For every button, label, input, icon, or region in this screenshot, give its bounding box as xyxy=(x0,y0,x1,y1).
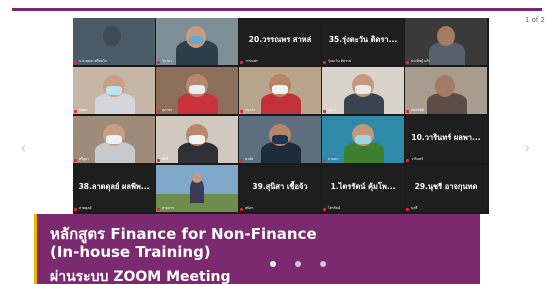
participant-display-name: 20.วรรณพร สาหล่ xyxy=(248,35,312,44)
participant-tile: 39.สุนิสา เชื้อจ้ว สุนิสา xyxy=(239,165,321,212)
participant-name: ไตรรัตน์ xyxy=(328,206,341,210)
participant-tile: มาลัย xyxy=(239,116,321,163)
slide-counter: 1 of 2 xyxy=(524,16,545,24)
participant-display-name: 1.ไตรรัตน์ คุ้มโพ... xyxy=(330,182,396,191)
participant-tile: 35.รุ่งตะวัน ติดรา... รุ่งตะวัน ติดราม xyxy=(322,18,404,65)
participant-name: สายธาร xyxy=(162,206,174,210)
participant-name: วิภาดา xyxy=(162,59,173,63)
participant-tile: วิภาดา xyxy=(156,18,238,65)
participant-name: นุชรี xyxy=(411,206,418,210)
participant-tile: สายธาร xyxy=(156,165,238,212)
participant-tile: นิตยา xyxy=(73,67,155,114)
participant-name: กานดา xyxy=(328,157,339,161)
participant-tile: 38.ลาดดุลย์ ผลพีพ... ลาดดุลย์ xyxy=(73,165,155,212)
participant-tile: กานดา xyxy=(322,116,404,163)
slide-top-bar xyxy=(12,8,542,11)
participant-name: วรรณพร xyxy=(245,59,258,63)
participant-tile: 29.นุชรี อาจกุนทด นุชรี xyxy=(405,165,487,212)
participant-name: ประดิษฐ์ แก้ว xyxy=(411,59,431,63)
participant-name: พัชรี xyxy=(162,157,169,161)
participant-tile: ประดิษฐ์ แก้ว xyxy=(405,18,487,65)
participant-name: น.ท.สุดสง ศรีสมใจ xyxy=(79,59,107,63)
participant-name: กมลทิพย์ xyxy=(411,108,424,112)
participant-display-name: 39.สุนิสา เชื้อจ้ว xyxy=(252,182,308,191)
participant-name: รุ่งตะวัน ติดราม xyxy=(328,59,352,63)
participant-tile: ธนากร xyxy=(239,67,321,114)
participant-tile: บุษบา xyxy=(322,67,404,114)
participant-tile: น.ท.สุดสง ศรีสมใจ xyxy=(73,18,155,65)
slideshow-frame: 1 of 2 น.ท.สุดสง ศรีสมใจ วิภาดา 20.วรรณพ… xyxy=(0,0,551,284)
participant-tile: สุภาพร xyxy=(156,67,238,114)
pagination-dot-1[interactable] xyxy=(270,261,276,267)
participant-tile: พัชรี xyxy=(156,116,238,163)
participant-name: ธนากร xyxy=(245,108,256,112)
participant-name: ลาดดุลย์ xyxy=(79,206,92,210)
pagination-dot-3[interactable] xyxy=(320,261,326,267)
participant-name: สุภาพร xyxy=(162,108,173,112)
participant-tile: ศรีสุดา xyxy=(73,116,155,163)
participant-display-name: 35.รุ่งตะวัน ติดรา... xyxy=(328,35,398,44)
participant-tile: กมลทิพย์ xyxy=(405,67,487,114)
prev-slide-arrow-icon[interactable]: ‹ xyxy=(20,138,26,157)
participant-name: มาลัย xyxy=(245,157,254,161)
participant-display-name: 38.ลาดดุลย์ ผลพีพ... xyxy=(78,182,150,191)
next-slide-arrow-icon[interactable]: › xyxy=(524,138,530,157)
caption-line-2: (In-house Training) xyxy=(50,243,211,261)
participant-tile: 20.วรรณพร สาหล่ วรรณพร xyxy=(239,18,321,65)
participant-name: วารินทร์ xyxy=(411,157,424,161)
participant-name: บุษบา xyxy=(328,108,337,112)
zoom-gallery-screenshot: น.ท.สุดสง ศรีสมใจ วิภาดา 20.วรรณพร สาหล่… xyxy=(73,18,489,214)
participant-tile: 1.ไตรรัตน์ คุ้มโพ... ไตรรัตน์ xyxy=(322,165,404,212)
slide-caption: หลักสูตร Finance for Non-Finance (In-hou… xyxy=(34,214,480,284)
participant-display-name: 29.นุชรี อาจกุนทด xyxy=(414,182,478,191)
caption-accent-bar xyxy=(34,214,37,284)
participant-name: สุนิสา xyxy=(245,206,254,210)
participant-name: ศรีสุดา xyxy=(79,157,90,161)
participant-tile: 10.วารินทร์ ผลพา... วารินทร์ xyxy=(405,116,487,163)
pagination-dot-2[interactable] xyxy=(295,261,301,267)
participant-display-name: 10.วารินทร์ ผลพา... xyxy=(411,133,481,142)
caption-line-3: ผ่านระบบ ZOOM Meeting xyxy=(50,269,231,284)
participant-name: นิตยา xyxy=(79,108,88,112)
